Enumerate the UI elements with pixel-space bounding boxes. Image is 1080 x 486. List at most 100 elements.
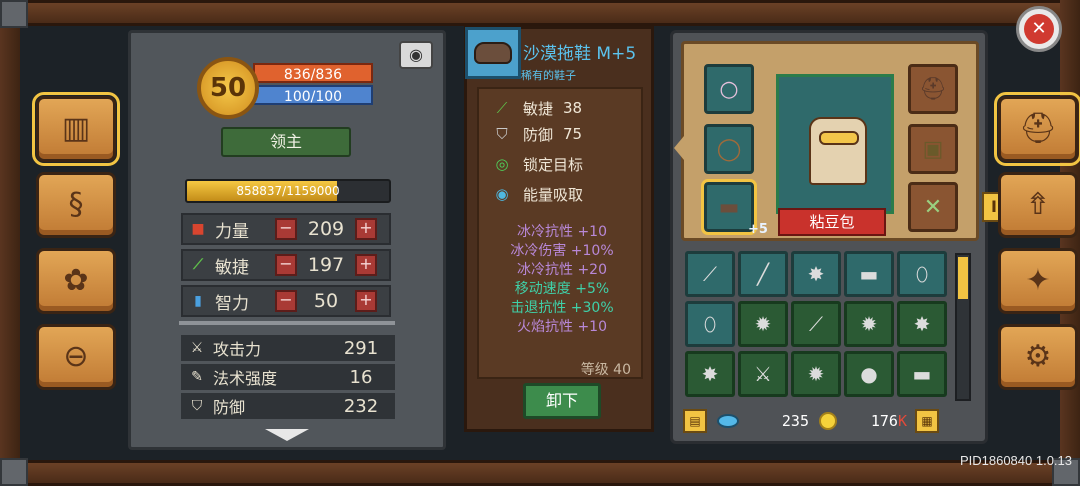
sword-icon: ⚔	[190, 340, 204, 356]
combat-value: 291	[343, 337, 379, 359]
storage-button[interactable]: ▤	[683, 409, 707, 433]
inventory-slot[interactable]: ╱	[738, 251, 788, 297]
divider	[179, 321, 395, 325]
item-stat-label: 防御	[523, 125, 554, 144]
inventory-slot[interactable]: ⟋	[685, 251, 735, 297]
combat-row-defense: ⛉ 防御 232	[181, 393, 395, 419]
character-name: 粘豆包	[778, 208, 886, 236]
attr-row-agility: ⟋ 敏捷 − 197 +	[181, 249, 391, 281]
exp-text: 858837/1159000	[236, 184, 340, 198]
decrease-strength-button[interactable]: −	[275, 218, 297, 240]
item-rarity: 稀有的鞋子	[521, 69, 576, 82]
ring-icon: ○	[719, 76, 739, 102]
weapon-slot[interactable]: ✕	[908, 182, 958, 232]
inventory-slot[interactable]: ●	[844, 351, 894, 397]
vehicle-button[interactable]: ⊖	[36, 324, 116, 390]
feather-icon: ⬯	[703, 312, 717, 336]
item-stat-label: 敏捷	[523, 99, 554, 118]
inventory-slot[interactable]: ✹	[844, 301, 894, 347]
spiked-mace-icon: ✸	[913, 312, 931, 336]
level-badge: 50	[197, 57, 259, 119]
inventory-scrollbar[interactable]	[955, 253, 971, 401]
amulet-slot[interactable]: ◯	[704, 124, 754, 174]
bottom-frame	[0, 460, 1080, 486]
gem-count: 235	[781, 412, 809, 430]
title-button[interactable]: 领主	[221, 127, 351, 157]
item-bonus: 冰冷抗性 +10	[517, 224, 607, 240]
skills-button[interactable]: ⇮	[998, 172, 1078, 238]
attr-value: 50	[313, 290, 339, 312]
equipment-panel: ○ ◯ ▬ +5 粘豆包 ⛑ ▣ ✕ I ⟋ ╱ ✸ ▬ ⬯ ⬯ ✹ ⟋ ✹ ✸…	[670, 30, 1006, 444]
inventory-slot[interactable]: ▬	[897, 351, 947, 397]
crafting-button[interactable]: §	[36, 172, 116, 238]
combat-label: 防御	[213, 398, 246, 417]
settings-button[interactable]: ⚙	[998, 324, 1078, 390]
increase-agility-button[interactable]: +	[355, 254, 377, 276]
compass-star-icon: ✦	[1025, 263, 1051, 298]
armor-slot[interactable]: ▣	[908, 124, 958, 174]
mace-icon: ✹	[807, 362, 825, 386]
character-sprite	[809, 117, 867, 185]
hero-button[interactable]: ⛑	[994, 92, 1080, 166]
scrollbar-thumb[interactable]	[958, 257, 968, 299]
spear-icon: ⟋	[809, 312, 823, 336]
currency-bar: ▤ 235 176K ▦	[683, 407, 979, 435]
sort-button[interactable]: ▦	[915, 409, 939, 433]
inventory-slot[interactable]: ✸	[791, 251, 841, 297]
helmet-slot[interactable]: ⛑	[908, 64, 958, 114]
inventory-slot[interactable]: ⟋	[791, 301, 841, 347]
inventory-slot[interactable]: ✸	[685, 351, 735, 397]
left-frame	[0, 0, 20, 486]
boots-icon: ▬	[912, 362, 932, 386]
attr-label: 敏捷	[215, 257, 249, 278]
attr-row-strength: ■ 力量 − 209 +	[181, 213, 391, 245]
unequip-button[interactable]: 卸下	[523, 383, 601, 419]
steering-wheel-icon: ⊖	[63, 339, 89, 374]
energy-icon: ◉	[495, 185, 509, 203]
attr-value: 209	[307, 218, 345, 240]
scroll-down-arrow-icon[interactable]	[265, 429, 309, 441]
talents-button[interactable]: ✦	[998, 248, 1078, 314]
book-icon: ▮	[194, 293, 202, 309]
close-button[interactable]: ✕	[1016, 6, 1062, 52]
mace-icon: ✹	[754, 312, 772, 336]
armor-icon: ▣	[922, 136, 944, 162]
spiked-mace-icon: ✸	[807, 262, 825, 286]
shield-icon: ⛉	[496, 125, 508, 143]
corner-bracket	[0, 0, 28, 28]
decrease-intelligence-button[interactable]: −	[275, 290, 297, 312]
inventory-slot[interactable]: ⬯	[685, 301, 735, 347]
decrease-agility-button[interactable]: −	[275, 254, 297, 276]
staff-icon: ╱	[756, 262, 770, 286]
item-stat-value: 75	[563, 125, 583, 143]
crossed-swords-icon: ⚔	[754, 362, 772, 386]
camera-button[interactable]: ◉	[399, 41, 433, 69]
boots-icon: ▬	[718, 194, 740, 220]
spiked-mace-icon: ✸	[701, 362, 719, 386]
journal-button[interactable]: ▥	[32, 92, 120, 166]
chest-icon: ▤	[689, 414, 701, 428]
amulet-icon: ◯	[716, 136, 742, 162]
inventory-grid: ⟋ ╱ ✸ ▬ ⬯ ⬯ ✹ ⟋ ✹ ✸ ✸ ⚔ ✹ ● ▬	[685, 251, 947, 397]
increase-intelligence-button[interactable]: +	[355, 290, 377, 312]
inventory-slot[interactable]: ✹	[738, 301, 788, 347]
increase-strength-button[interactable]: +	[355, 218, 377, 240]
spear-icon: ⟋	[703, 262, 717, 286]
inventory-slot[interactable]: ✸	[897, 301, 947, 347]
inventory-slot[interactable]: ✹	[791, 351, 841, 397]
item-bonus: 移动速度 +5%	[514, 281, 610, 297]
inventory-slot[interactable]: ⬯	[897, 251, 947, 297]
boots-slot[interactable]: ▬	[701, 179, 757, 235]
item-stat-row: ⟋ 敏捷 38	[491, 97, 582, 119]
item-name: 沙漠拖鞋 M+5	[523, 44, 637, 64]
inventory-slot[interactable]: ⚔	[738, 351, 788, 397]
inventory-slot[interactable]: ▬	[844, 251, 894, 297]
pets-button[interactable]: ✿	[36, 248, 116, 314]
combat-value: 16	[349, 366, 373, 388]
ring-slot[interactable]: ○	[704, 64, 754, 114]
item-detail-panel: 沙漠拖鞋 M+5 稀有的鞋子 ⟋ 敏捷 38 ⛉ 防御 75 ◎ 锁定目标 ◉ …	[464, 26, 654, 432]
item-skill-label: 锁定目标	[523, 155, 584, 174]
shield-icon: ⛉	[191, 398, 203, 414]
right-side-nav: ⛑ ⇮ ✦ ⚙	[994, 92, 1080, 390]
mace-icon: ✹	[860, 312, 878, 336]
